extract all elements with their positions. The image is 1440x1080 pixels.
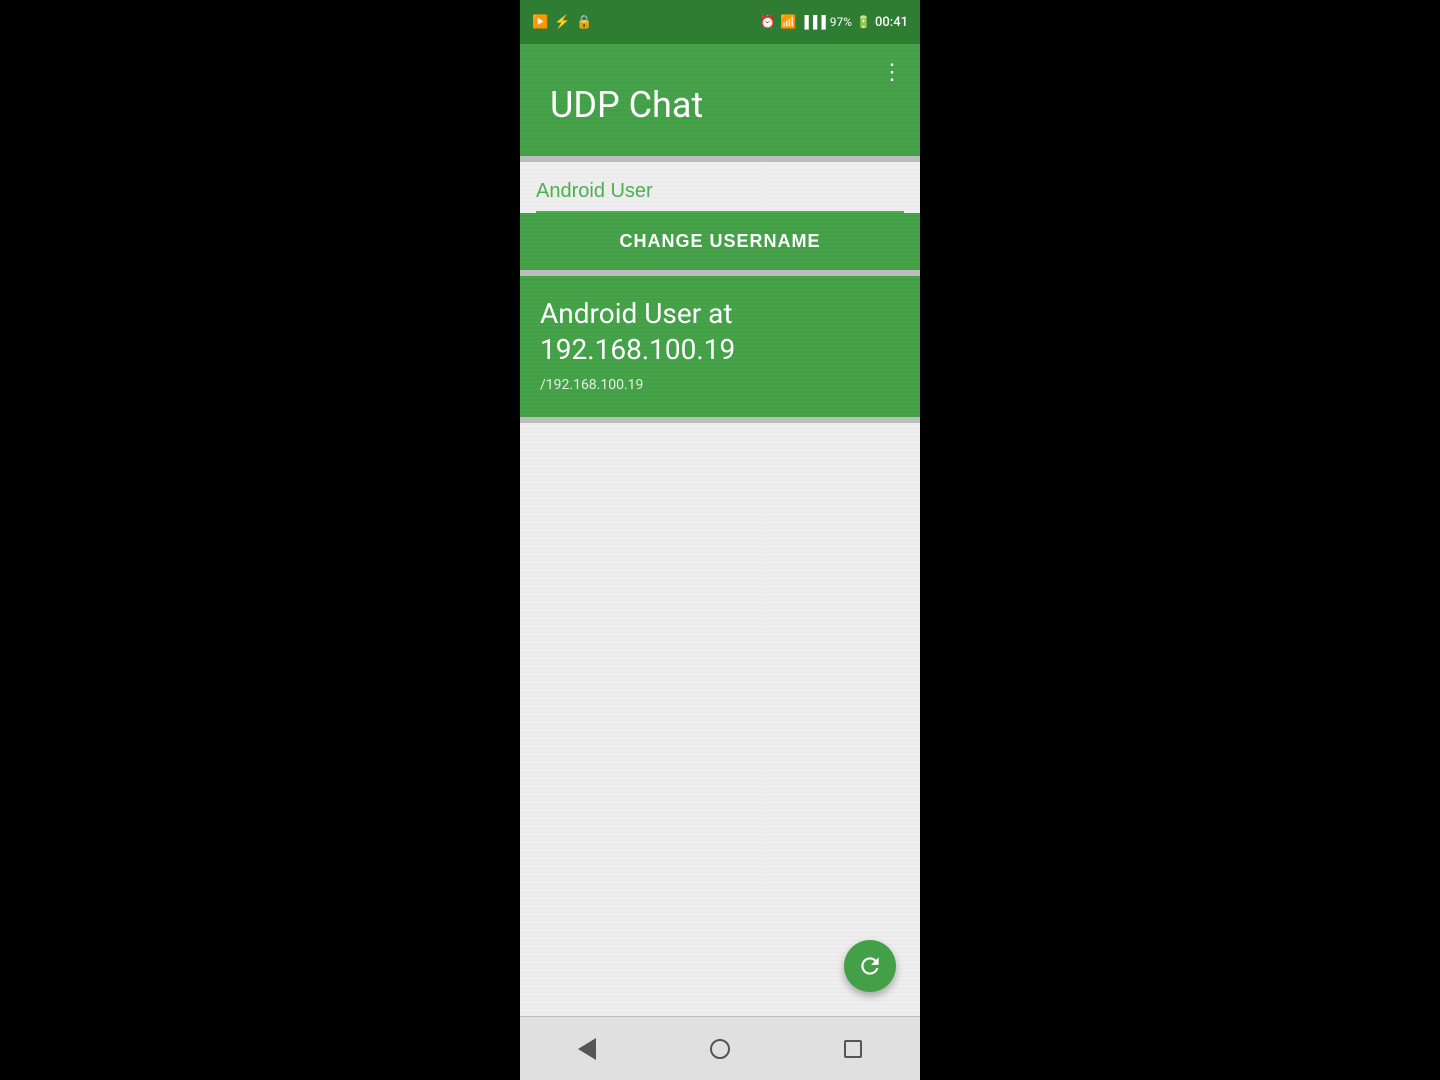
status-bar-left-icons: ▶️ ⚡ 🔒 xyxy=(532,15,593,30)
vpn-icon: 🔒 xyxy=(576,15,592,30)
username-section xyxy=(520,162,920,213)
home-button[interactable] xyxy=(690,1029,750,1069)
wifi-icon: 📶 xyxy=(780,15,796,30)
screen-record-icon: ▶️ xyxy=(532,15,548,30)
back-button[interactable] xyxy=(557,1029,617,1069)
alarm-icon: ⏰ xyxy=(760,15,776,30)
recents-button[interactable] xyxy=(823,1029,883,1069)
signal-icon: ▐▐▐ xyxy=(800,15,826,29)
usb-icon: ⚡ xyxy=(554,15,570,30)
change-username-button[interactable]: CHANGE USERNAME xyxy=(520,213,920,270)
user-display-name: Android User at 192.168.100.19 xyxy=(540,296,900,369)
back-icon xyxy=(578,1038,596,1060)
refresh-fab-button[interactable] xyxy=(844,940,896,992)
home-icon xyxy=(710,1039,730,1059)
time-display: 00:41 xyxy=(875,15,908,30)
menu-dots-button[interactable]: ⋮ xyxy=(881,60,904,85)
status-bar: ▶️ ⚡ 🔒 ⏰ 📶 ▐▐▐ 97% 🔋 00:41 xyxy=(520,0,920,44)
battery-icon: 🔋 xyxy=(856,15,871,29)
app-title: UDP Chat xyxy=(540,84,900,126)
user-info-card: Android User at 192.168.100.19 /192.168.… xyxy=(520,276,920,417)
username-input[interactable] xyxy=(536,172,904,213)
main-content-area xyxy=(520,423,920,1016)
refresh-icon xyxy=(857,953,883,979)
phone-screen: ▶️ ⚡ 🔒 ⏰ 📶 ▐▐▐ 97% 🔋 00:41 ⋮ UDP Chat CH… xyxy=(520,0,920,1080)
navigation-bar xyxy=(520,1016,920,1080)
battery-percent: 97% xyxy=(830,15,852,29)
status-bar-right-icons: ⏰ 📶 ▐▐▐ 97% 🔋 00:41 xyxy=(760,15,908,30)
app-header: ⋮ UDP Chat xyxy=(520,44,920,156)
recents-icon xyxy=(844,1040,862,1058)
user-ip-address: /192.168.100.19 xyxy=(540,377,900,393)
